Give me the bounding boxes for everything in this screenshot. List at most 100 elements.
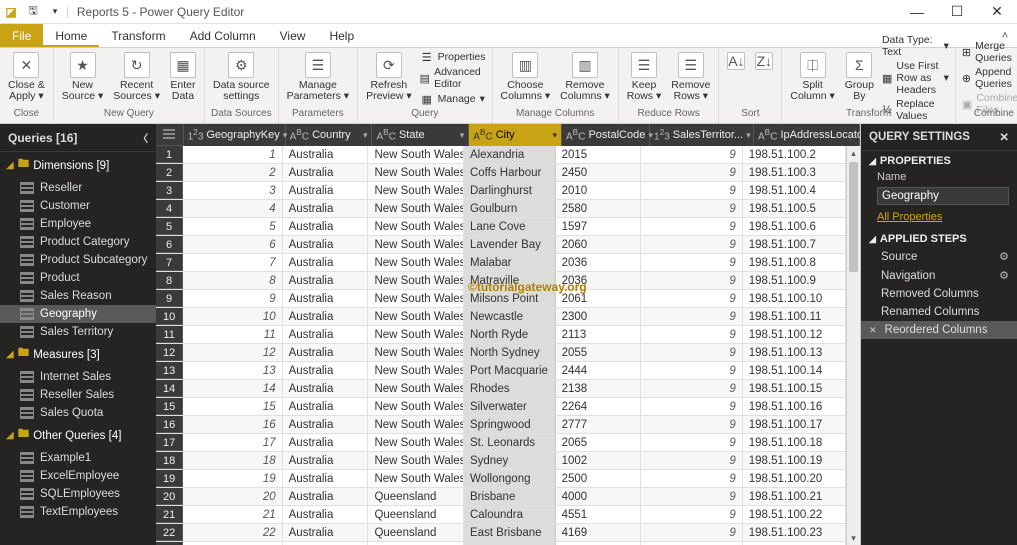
table-cell[interactable]: North Sydney	[464, 344, 556, 361]
table-cell[interactable]: East Brisbane	[464, 524, 556, 541]
query-item[interactable]: Product Subcategory	[0, 251, 156, 269]
table-cell[interactable]: Silverwater	[464, 398, 556, 415]
table-cell[interactable]: New South Wales	[368, 218, 464, 235]
table-cell[interactable]: Australia	[283, 182, 369, 199]
table-cell[interactable]: 2061	[556, 290, 642, 307]
table-cell[interactable]: Australia	[283, 200, 369, 217]
table-cell[interactable]: 1002	[556, 452, 642, 469]
query-folder[interactable]: ◢🖿Measures [3]	[0, 341, 156, 368]
table-cell[interactable]: 7	[183, 254, 282, 271]
table-cell[interactable]: Sydney	[464, 452, 556, 469]
row-number[interactable]: 12	[156, 344, 183, 361]
table-cell[interactable]: Australia	[283, 146, 369, 163]
table-row[interactable]: 11AustraliaNew South WalesAlexandria2015…	[156, 146, 846, 164]
table-row[interactable]: 1414AustraliaNew South WalesRhodes213891…	[156, 380, 846, 398]
row-number[interactable]: 3	[156, 182, 183, 199]
table-cell[interactable]: 198.51.100.10	[743, 290, 846, 307]
table-cell[interactable]: 9	[641, 452, 742, 469]
table-cell[interactable]: 198.51.100.2	[743, 146, 846, 163]
manage-parameters-button[interactable]: ☰Manage Parameters ▾	[285, 50, 351, 104]
table-cell[interactable]: 2777	[556, 416, 642, 433]
all-properties-link[interactable]: All Properties	[877, 211, 1009, 223]
query-name-input[interactable]	[877, 187, 1009, 205]
table-cell[interactable]: New South Wales	[368, 236, 464, 253]
query-item[interactable]: Sales Quota	[0, 404, 156, 422]
column-header[interactable]: 123SalesTerritor...▾	[650, 124, 754, 146]
table-cell[interactable]: Australia	[283, 470, 369, 487]
table-cell[interactable]: New South Wales	[368, 164, 464, 181]
table-cell[interactable]: 22	[183, 524, 282, 541]
table-cell[interactable]: Australia	[283, 308, 369, 325]
row-number-header[interactable]	[156, 124, 184, 146]
table-cell[interactable]: 9	[641, 470, 742, 487]
sort-asc-button[interactable]: A↓	[725, 50, 747, 74]
table-cell[interactable]: 2113	[556, 326, 642, 343]
table-row[interactable]: 44AustraliaNew South WalesGoulburn258091…	[156, 200, 846, 218]
table-cell[interactable]: 2010	[556, 182, 642, 199]
table-cell[interactable]: Newcastle	[464, 308, 556, 325]
table-row[interactable]: 2121AustraliaQueenslandCaloundra45519198…	[156, 506, 846, 524]
row-number[interactable]: 20	[156, 488, 183, 505]
choose-columns-button[interactable]: ▥Choose Columns ▾	[499, 50, 553, 104]
properties-button[interactable]: ☰Properties	[420, 50, 486, 64]
remove-columns-button[interactable]: ▥Remove Columns ▾	[558, 50, 612, 104]
table-cell[interactable]: 13	[183, 362, 282, 379]
applied-step[interactable]: Removed Columns	[861, 285, 1017, 303]
table-cell[interactable]: 11	[183, 326, 282, 343]
table-cell[interactable]: New South Wales	[368, 416, 464, 433]
table-cell[interactable]: 9	[641, 344, 742, 361]
table-cell[interactable]: 14	[183, 380, 282, 397]
save-icon[interactable]: 🖫	[26, 5, 40, 19]
scroll-thumb[interactable]	[849, 162, 858, 272]
table-cell[interactable]: Australia	[283, 452, 369, 469]
table-cell[interactable]: 198.51.100.18	[743, 434, 846, 451]
query-item[interactable]: Internet Sales	[0, 368, 156, 386]
query-item[interactable]: Reseller	[0, 179, 156, 197]
table-cell[interactable]: 1597	[556, 218, 642, 235]
table-row[interactable]: 66AustraliaNew South WalesLavender Bay20…	[156, 236, 846, 254]
menu-addcolumn[interactable]: Add Column	[178, 24, 268, 47]
row-number[interactable]: 16	[156, 416, 183, 433]
table-cell[interactable]: 9	[641, 506, 742, 523]
table-cell[interactable]: 9	[641, 524, 742, 541]
close-settings-button[interactable]: ✕	[999, 130, 1009, 144]
table-cell[interactable]: 21	[183, 506, 282, 523]
table-cell[interactable]: New South Wales	[368, 470, 464, 487]
table-row[interactable]: 1515AustraliaNew South WalesSilverwater2…	[156, 398, 846, 416]
query-item[interactable]: Employee	[0, 215, 156, 233]
table-cell[interactable]: 198.51.100.8	[743, 254, 846, 271]
table-cell[interactable]: 198.51.100.15	[743, 380, 846, 397]
table-cell[interactable]: New South Wales	[368, 434, 464, 451]
table-cell[interactable]: 198.51.100.23	[743, 524, 846, 541]
column-header[interactable]: ABCState▾	[372, 124, 469, 146]
row-number[interactable]: 11	[156, 326, 183, 343]
table-cell[interactable]: Australia	[283, 416, 369, 433]
qat-dropdown-icon[interactable]: ▾	[48, 5, 62, 19]
table-cell[interactable]: 16	[183, 416, 282, 433]
table-cell[interactable]: 2264	[556, 398, 642, 415]
table-cell[interactable]: 9	[641, 164, 742, 181]
table-cell[interactable]: 9	[641, 254, 742, 271]
table-cell[interactable]: 9	[641, 362, 742, 379]
table-cell[interactable]: 2138	[556, 380, 642, 397]
append-queries-button[interactable]: ⊕Append Queries ▾	[962, 66, 1017, 90]
row-number[interactable]: 1	[156, 146, 183, 163]
table-cell[interactable]: Australia	[283, 362, 369, 379]
table-cell[interactable]: Australia	[283, 218, 369, 235]
recent-sources-button[interactable]: ↻Recent Sources ▾	[111, 50, 162, 104]
applied-step[interactable]: Renamed Columns	[861, 303, 1017, 321]
query-item[interactable]: Product	[0, 269, 156, 287]
table-cell[interactable]: 1	[183, 146, 282, 163]
table-cell[interactable]: 9	[641, 236, 742, 253]
table-cell[interactable]: 2450	[556, 164, 642, 181]
first-row-headers-button[interactable]: ▦Use First Row as Headers ▾	[882, 60, 949, 96]
query-item[interactable]: SQLEmployees	[0, 485, 156, 503]
table-cell[interactable]: New South Wales	[368, 254, 464, 271]
table-cell[interactable]: 20	[183, 488, 282, 505]
table-cell[interactable]: 10	[183, 308, 282, 325]
new-source-button[interactable]: ★New Source ▾	[60, 50, 105, 104]
table-cell[interactable]: 9	[641, 326, 742, 343]
minimize-button[interactable]: —	[897, 0, 937, 24]
table-cell[interactable]: 9	[641, 416, 742, 433]
column-header[interactable]: ABCPostalCode▾	[562, 124, 650, 146]
